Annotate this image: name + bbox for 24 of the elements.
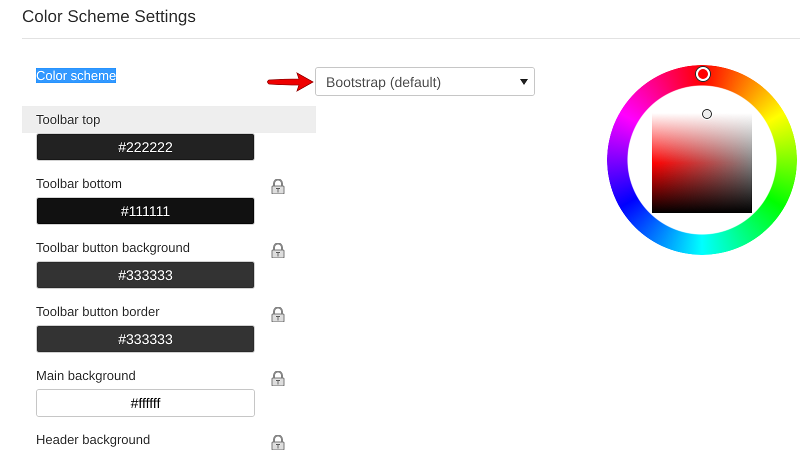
color-field[interactable]: #ffffff	[36, 389, 255, 417]
setting-label: Toolbar top	[36, 112, 102, 127]
saturation-square[interactable]	[652, 113, 752, 213]
arrow-icon	[265, 70, 315, 92]
page-title: Color Scheme Settings	[22, 7, 196, 27]
setting-label: Color scheme	[36, 68, 116, 83]
color-field[interactable]: #333333	[36, 325, 255, 353]
caret-icon	[520, 78, 528, 84]
setting-label: Main background	[36, 368, 137, 383]
setting-label: Header background	[36, 432, 152, 447]
color-handle[interactable]	[702, 109, 712, 119]
padlock-icon[interactable]	[271, 242, 285, 258]
padlock-icon[interactable]	[271, 370, 285, 386]
padlock-icon[interactable]	[271, 306, 285, 322]
padlock-icon[interactable]	[271, 178, 285, 194]
setting-label: Toolbar button background	[36, 240, 191, 255]
setting-label: Toolbar bottom	[36, 176, 123, 191]
color-field[interactable]: #333333	[36, 261, 255, 289]
color-field[interactable]: #222222	[36, 133, 255, 161]
hue-handle[interactable]	[696, 67, 710, 81]
color-field[interactable]: #111111	[36, 197, 255, 225]
padlock-icon[interactable]	[271, 434, 285, 450]
setting-label: Toolbar button border	[36, 304, 161, 319]
scheme-dropdown[interactable]: Bootstrap (default)	[315, 67, 535, 96]
